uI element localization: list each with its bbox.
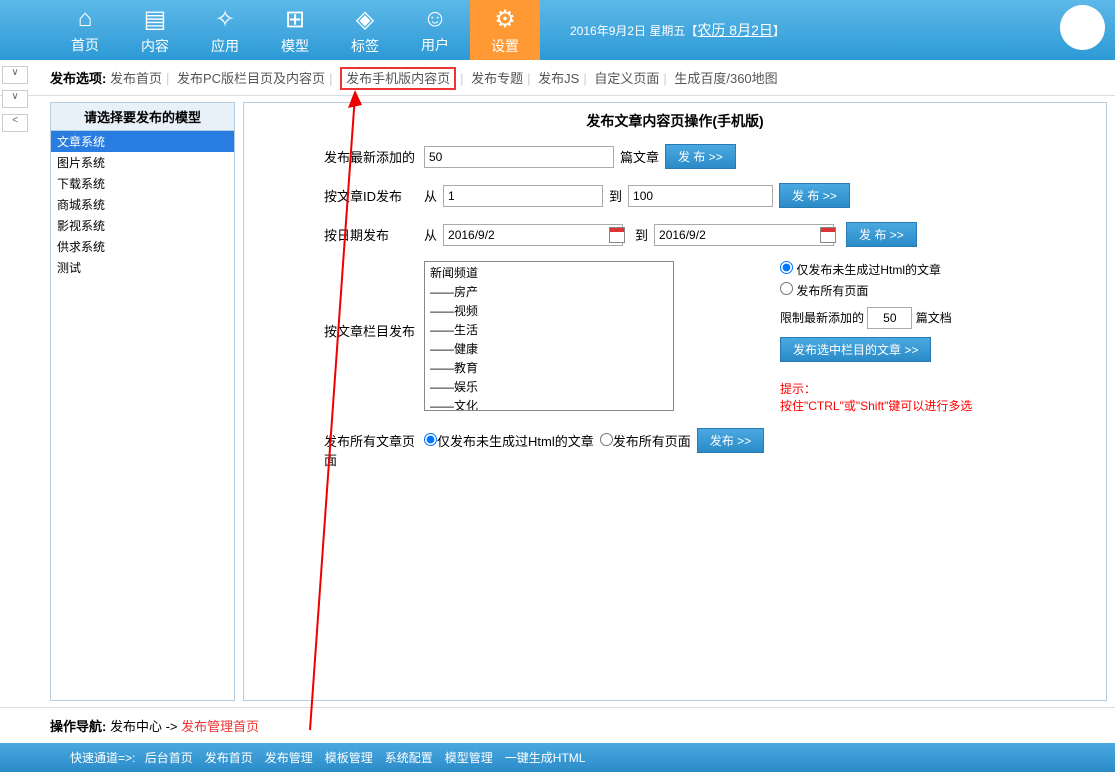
top-nav: ⌂首页 ▤内容 ✧应用 ⊞模型 ◈标签 ☺用户 ⚙设置 2016年9月2日 星期… bbox=[0, 0, 1115, 60]
model-list[interactable]: 文章系统图片系统下载系统商城系统影视系统供求系统测试 bbox=[50, 131, 235, 701]
publish-newest-button[interactable]: 发 布 >> bbox=[665, 144, 736, 169]
opt-topic[interactable]: 发布专题 bbox=[471, 71, 523, 86]
model-item[interactable]: 下载系统 bbox=[51, 173, 234, 194]
label-newest: 发布最新添加的 bbox=[264, 144, 424, 166]
opt-pc[interactable]: 发布PC版栏目页及内容页 bbox=[177, 71, 325, 86]
nav-app[interactable]: ✧应用 bbox=[190, 5, 260, 56]
date-info: 2016年9月2日 星期五【农历 8月2日】 bbox=[570, 20, 785, 40]
logo-icon bbox=[1060, 5, 1105, 50]
edge-toggle-2[interactable]: ∨ bbox=[2, 90, 28, 108]
hint-text: 提示： 按住"CTRL"或"Shift"键可以进行多选 bbox=[780, 380, 972, 414]
category-option[interactable]: ——视频 bbox=[426, 301, 672, 320]
publish-byid-button[interactable]: 发 布 >> bbox=[779, 183, 850, 208]
category-option[interactable]: ——教育 bbox=[426, 358, 672, 377]
publish-all-button[interactable]: 发布 >> bbox=[697, 428, 764, 453]
nav-content[interactable]: ▤内容 bbox=[120, 5, 190, 56]
radio-all-pages[interactable]: 发布所有页面 bbox=[780, 282, 972, 299]
opt-custom[interactable]: 自定义页面 bbox=[594, 71, 659, 86]
model-item[interactable]: 文章系统 bbox=[51, 131, 234, 152]
document-icon: ▤ bbox=[144, 5, 167, 34]
newest-count-input[interactable] bbox=[424, 146, 614, 168]
label-byid: 按文章ID发布 bbox=[264, 183, 424, 205]
breadcrumb-link[interactable]: 发布管理首页 bbox=[181, 719, 259, 734]
label-bydate: 按日期发布 bbox=[264, 222, 424, 244]
publish-category-button[interactable]: 发布选中栏目的文章 >> bbox=[780, 337, 931, 362]
id-to-input[interactable] bbox=[628, 185, 773, 207]
quick-link[interactable]: 模板管理 bbox=[325, 751, 373, 765]
quick-link[interactable]: 后台首页 bbox=[145, 751, 193, 765]
quick-link[interactable]: 模型管理 bbox=[445, 751, 493, 765]
nav-user[interactable]: ☺用户 bbox=[400, 5, 470, 55]
radio-all-pages2[interactable]: 发布所有页面 bbox=[600, 431, 691, 450]
category-option[interactable]: ——房产 bbox=[426, 282, 672, 301]
category-option[interactable]: ——娱乐 bbox=[426, 377, 672, 396]
category-option[interactable]: ——健康 bbox=[426, 339, 672, 358]
category-option[interactable]: 新闻频道 bbox=[426, 263, 672, 282]
calendar-icon[interactable] bbox=[609, 227, 625, 243]
opt-mobile[interactable]: 发布手机版内容页 bbox=[340, 67, 456, 90]
label-bycategory: 按文章栏目发布 bbox=[264, 261, 424, 340]
lunar-link[interactable]: 农历 8月2日 bbox=[697, 22, 772, 38]
gear-icon: ⚙ bbox=[494, 5, 516, 34]
calendar-icon[interactable] bbox=[820, 227, 836, 243]
model-item[interactable]: 影视系统 bbox=[51, 215, 234, 236]
publish-options-bar: 发布选项: 发布首页| 发布PC版栏目页及内容页| 发布手机版内容页| 发布专题… bbox=[0, 60, 1115, 96]
nav-model[interactable]: ⊞模型 bbox=[260, 5, 330, 56]
category-option[interactable]: ——文化 bbox=[426, 396, 672, 411]
tag-icon: ◈ bbox=[356, 5, 374, 34]
ruler-icon: ⊞ bbox=[285, 5, 305, 34]
radio-all-only-new[interactable]: 仅发布未生成过Html的文章 bbox=[424, 431, 594, 450]
edge-toggle-3[interactable]: < bbox=[2, 114, 28, 132]
model-item[interactable]: 供求系统 bbox=[51, 236, 234, 257]
label-all: 发布所有文章页面 bbox=[264, 428, 424, 469]
date-from-input[interactable] bbox=[443, 224, 623, 246]
date-to-input[interactable] bbox=[654, 224, 834, 246]
limit-input[interactable] bbox=[867, 307, 912, 329]
nav-home[interactable]: ⌂首页 bbox=[50, 5, 120, 55]
opt-home[interactable]: 发布首页 bbox=[110, 71, 162, 86]
quick-links-bar: 快速通道=>: 后台首页发布首页发布管理模板管理系统配置模型管理一键生成HTML bbox=[0, 743, 1115, 772]
home-icon: ⌂ bbox=[78, 5, 93, 33]
nav-tag[interactable]: ◈标签 bbox=[330, 5, 400, 56]
quick-link[interactable]: 系统配置 bbox=[385, 751, 433, 765]
publish-bydate-button[interactable]: 发 布 >> bbox=[846, 222, 917, 247]
quick-link[interactable]: 一键生成HTML bbox=[505, 751, 586, 765]
page-title: 发布文章内容页操作(手机版) bbox=[244, 103, 1106, 139]
quick-link[interactable]: 发布首页 bbox=[205, 751, 253, 765]
category-select[interactable]: 新闻频道——房产——视频——生活——健康——教育——娱乐——文化——经济——社会 bbox=[424, 261, 674, 411]
quick-link[interactable]: 发布管理 bbox=[265, 751, 313, 765]
id-from-input[interactable] bbox=[443, 185, 603, 207]
model-item[interactable]: 商城系统 bbox=[51, 194, 234, 215]
publish-options-label: 发布选项: bbox=[50, 71, 106, 86]
category-option[interactable]: ——生活 bbox=[426, 320, 672, 339]
left-edge: ∨ ∨ < bbox=[0, 60, 30, 138]
opt-js[interactable]: 发布JS bbox=[538, 71, 579, 86]
model-item[interactable]: 图片系统 bbox=[51, 152, 234, 173]
puzzle-icon: ✧ bbox=[215, 5, 235, 34]
newest-unit: 篇文章 bbox=[620, 147, 659, 166]
model-item[interactable]: 测试 bbox=[51, 257, 234, 278]
user-icon: ☺ bbox=[423, 5, 448, 33]
radio-only-new[interactable]: 仅发布未生成过Html的文章 bbox=[780, 261, 972, 278]
edge-toggle-1[interactable]: ∨ bbox=[2, 66, 28, 84]
nav-settings[interactable]: ⚙设置 bbox=[470, 0, 540, 60]
breadcrumb: 操作导航: 发布中心 -> 发布管理首页 bbox=[0, 707, 1115, 743]
model-panel-title: 请选择要发布的模型 bbox=[50, 102, 235, 131]
opt-sitemap[interactable]: 生成百度/360地图 bbox=[674, 71, 777, 86]
